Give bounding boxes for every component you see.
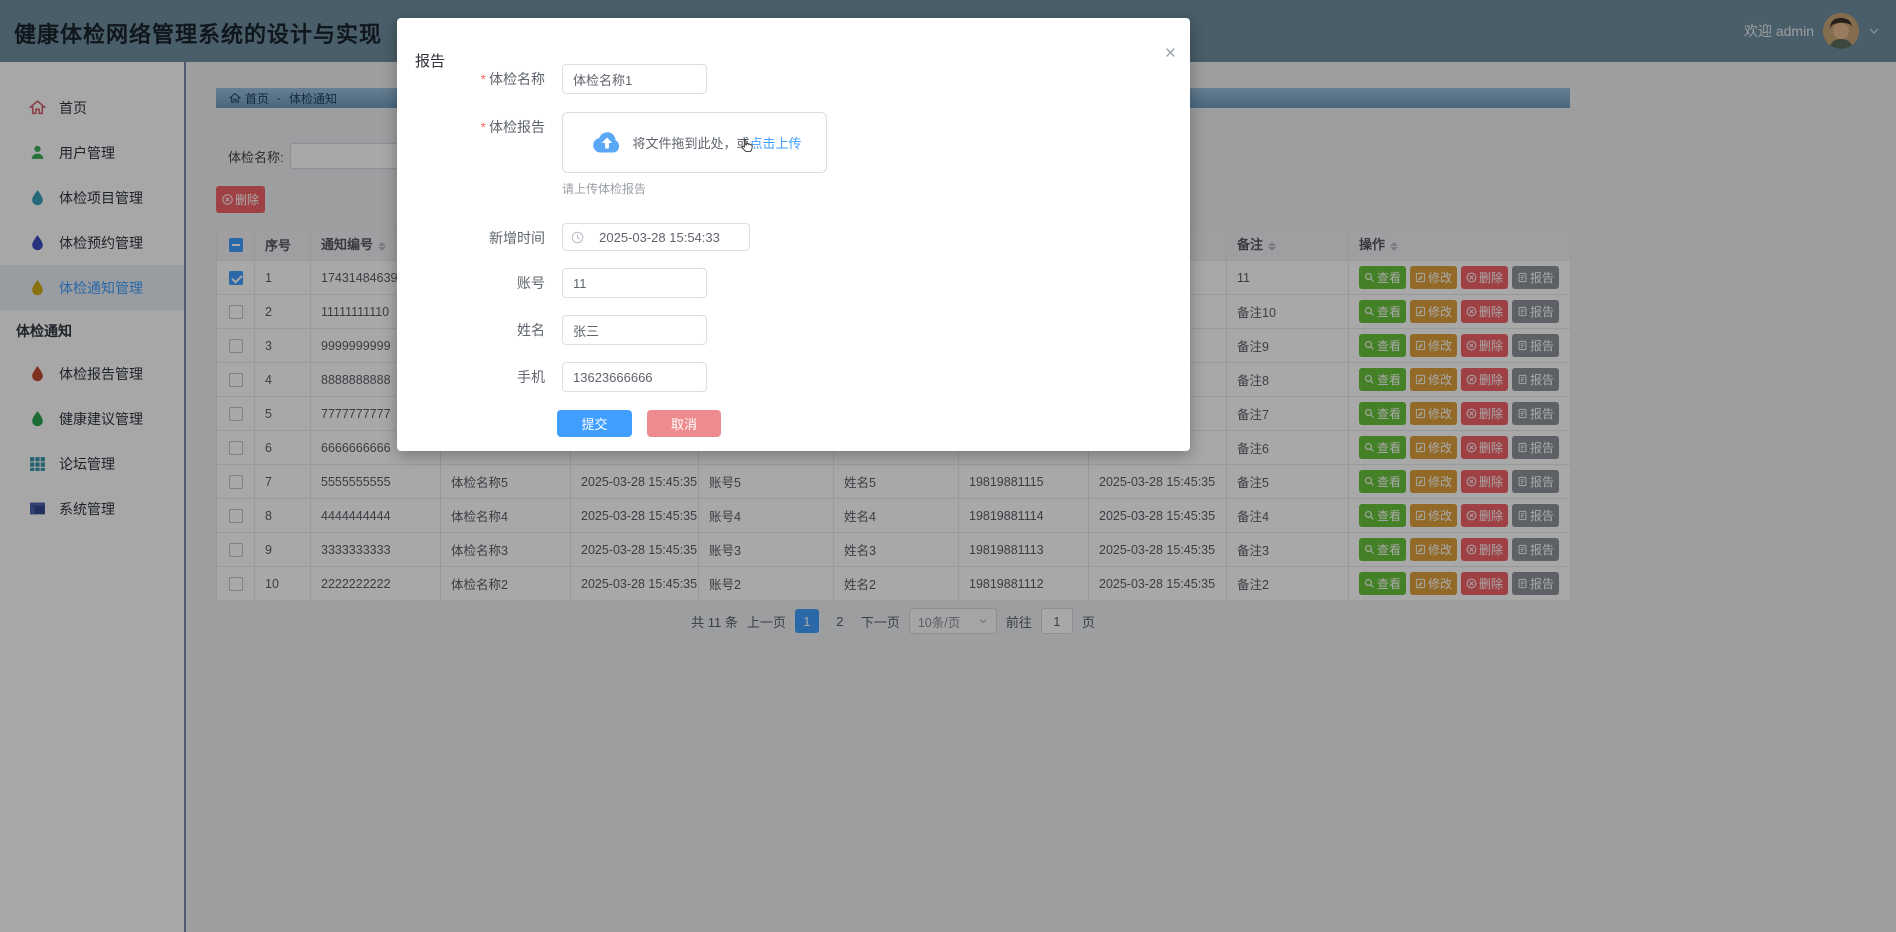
upload-hint: 请上传体检报告 <box>562 180 646 197</box>
add-time-label: 新增时间 <box>397 223 545 253</box>
add-time-field[interactable]: 2025-03-28 15:54:33 <box>562 223 750 251</box>
account-label: 账号 <box>397 268 545 298</box>
name-label: 姓名 <box>397 315 545 345</box>
account-field[interactable] <box>562 268 707 298</box>
close-icon[interactable]: × <box>1165 44 1176 63</box>
name-field[interactable] <box>562 315 707 345</box>
cancel-button[interactable]: 取消 <box>647 410 721 437</box>
exam-name-field[interactable] <box>562 64 707 94</box>
report-modal: 报告 × *体检名称 *体检报告 将文件拖到此处，或点击上传 请上传体检报告 新… <box>397 18 1190 451</box>
exam-name-label: *体检名称 <box>397 64 545 94</box>
upload-cloud-icon <box>587 129 623 157</box>
click-to-upload-link[interactable]: 点击上传 <box>750 136 802 151</box>
phone-label: 手机 <box>397 362 545 392</box>
clock-icon <box>571 231 584 244</box>
exam-report-label: *体检报告 <box>397 112 545 142</box>
phone-field[interactable] <box>562 362 707 392</box>
submit-button[interactable]: 提交 <box>557 410 632 437</box>
upload-dropzone[interactable]: 将文件拖到此处，或点击上传 <box>562 112 827 173</box>
